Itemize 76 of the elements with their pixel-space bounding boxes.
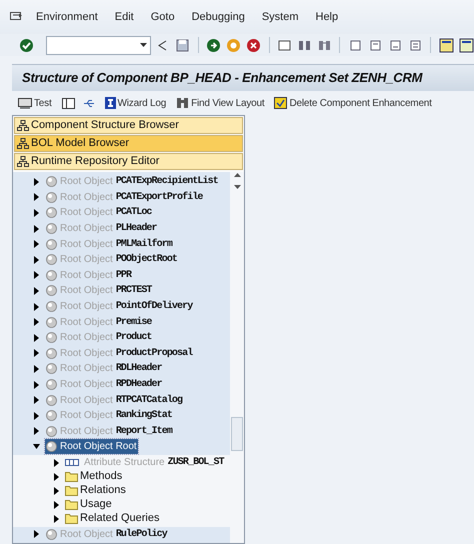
toolbar-button[interactable]: Wizard Log	[104, 96, 166, 110]
tree-node[interactable]: Root Object ProductProposal	[45, 346, 194, 361]
node-name: Report_Item	[116, 424, 172, 439]
node-label: Root Object	[60, 300, 113, 314]
node-name: PCATExportProfile	[116, 190, 203, 205]
node-name: RTPCATCatalog	[116, 394, 182, 408]
menu-item[interactable]: Debugging	[192, 8, 245, 26]
node-name: PRCTEST	[116, 284, 152, 298]
menu-item[interactable]: System	[262, 8, 298, 26]
tree-node[interactable]: Root Object Product	[45, 330, 153, 346]
tree-node[interactable]: Root Object PRCTEST	[45, 283, 153, 298]
toolbar-button[interactable]: Find View Layout	[176, 96, 264, 110]
node-label: Root Object	[60, 284, 113, 298]
node-label: Root Object	[60, 409, 113, 424]
node-label: Root Object	[60, 362, 113, 376]
node-label: Root Object	[60, 222, 113, 236]
panel-header[interactable]: Runtime Repository Editor	[14, 153, 243, 170]
folder-label: Methods	[80, 469, 122, 484]
node-name: PCATLoc	[116, 206, 152, 220]
tree-node[interactable]: Root Object Premise	[45, 314, 153, 330]
node-label: Root Object	[60, 268, 113, 283]
toolbar-button[interactable]: Delete Component Enhancement	[274, 96, 432, 110]
node-label: Root Object	[60, 528, 113, 542]
node-label: Root Object	[60, 206, 113, 220]
screen-title: Structure of Component BP_HEAD - Enhancement Set ZENH_CRM	[22, 69, 422, 88]
node-label: Root Object	[60, 378, 113, 392]
node-label: Root Object	[60, 394, 113, 408]
node-name: PCATExpRecipientList	[116, 174, 218, 190]
node-name: Product	[116, 330, 152, 346]
node-name: ZUSR_BOL_ST	[168, 456, 224, 470]
tree-node[interactable]: Root Object RulePolicy	[45, 526, 168, 542]
node-name: RankingStat	[116, 408, 172, 424]
node-name: PointOfDelivery	[116, 300, 192, 314]
node-label: Root Object	[60, 175, 113, 190]
node-label: Root Object	[60, 253, 113, 268]
node-name: PMLMailform	[116, 238, 172, 252]
tree-node[interactable]: Root Object RDLHeader	[45, 361, 163, 376]
toolbar-button[interactable]: Test	[18, 96, 52, 110]
node-name: RPDHeader	[116, 378, 162, 392]
tree-node[interactable]: Root Object POObjectRoot	[45, 252, 178, 268]
node-label: Root Object Root	[60, 440, 137, 454]
node-label: Root Object	[60, 316, 113, 330]
node-name: PLHeader	[116, 222, 157, 236]
node-label: Root Object	[60, 346, 113, 361]
menu-item[interactable]: Goto	[150, 8, 175, 26]
node-label: Root Object	[60, 331, 113, 346]
tree-node[interactable]: Root Object Root	[45, 439, 138, 454]
tree-node[interactable]: Root Object RankingStat	[45, 408, 173, 424]
node-name: RulePolicy	[116, 528, 167, 542]
tree-node[interactable]: Root Object PointOfDelivery	[45, 299, 194, 314]
node-label: Attribute Structure	[84, 456, 165, 470]
node-name: POObjectRoot	[116, 252, 178, 268]
tree-node[interactable]: Root Object RTPCATCatalog	[45, 392, 184, 408]
menu-item[interactable]: Help	[316, 8, 338, 26]
tree-node[interactable]: Root Object PMLMailform	[45, 236, 173, 252]
folder-label: Related Queries	[80, 511, 160, 526]
folder-label: Usage	[80, 497, 112, 512]
node-name: PPR	[116, 268, 132, 283]
tree-node[interactable]: Root Object PCATExportProfile	[45, 190, 204, 205]
node-label: Root Object	[60, 424, 113, 439]
tree-node[interactable]: Root Object RPDHeader	[45, 377, 163, 392]
node-name: Premise	[116, 316, 152, 330]
tree-node[interactable]: Root Object PCATLoc	[45, 205, 153, 220]
menu-item[interactable]: Environment	[36, 8, 98, 26]
node-label: Root Object	[60, 190, 113, 205]
tree-node[interactable]: Root Object PPR	[45, 268, 132, 283]
menu-item[interactable]: Edit	[114, 8, 134, 26]
node-name: RDLHeader	[116, 362, 162, 376]
panel-header[interactable]: Component Structure Browser	[14, 117, 243, 134]
node-name: ProductProposal	[116, 346, 192, 361]
tree-node[interactable]: Root Object Report_Item	[45, 424, 173, 439]
folder-label: Relations	[80, 483, 126, 498]
tree-node[interactable]: Root Object PCATExpRecipientList	[45, 174, 219, 190]
tree-node[interactable]: Root Object PLHeader	[45, 221, 158, 236]
panel-header[interactable]: BOL Model Browser	[14, 135, 243, 152]
node-label: Root Object	[60, 238, 113, 252]
